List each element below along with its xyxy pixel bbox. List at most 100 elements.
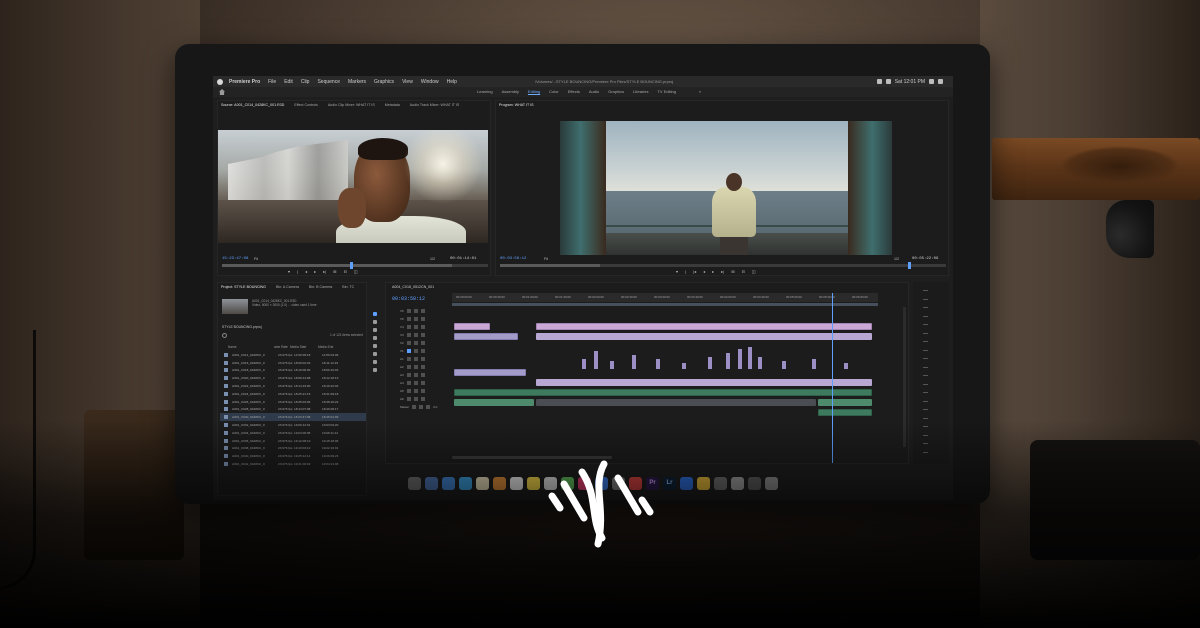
- toggle-output-icon[interactable]: [406, 397, 411, 401]
- clip-v2-g[interactable]: [708, 357, 712, 369]
- clip-v2-e[interactable]: [656, 359, 660, 369]
- lock-icon[interactable]: [413, 333, 418, 337]
- track-header[interactable]: V4: [388, 323, 450, 331]
- toggle-output-icon[interactable]: [406, 365, 411, 369]
- home-icon[interactable]: [219, 89, 225, 95]
- mark-out-icon[interactable]: |: [297, 269, 298, 274]
- lock-icon[interactable]: [413, 373, 418, 377]
- toggle-output-icon[interactable]: [406, 317, 411, 321]
- mute-icon[interactable]: [420, 309, 425, 313]
- clip-a2-1[interactable]: [454, 399, 534, 406]
- track-header[interactable]: A1: [388, 355, 450, 363]
- lock-icon[interactable]: [413, 365, 418, 369]
- clip-v2-c[interactable]: [610, 361, 614, 369]
- clip-v4-2[interactable]: [536, 323, 872, 330]
- col-media-end[interactable]: Media End: [318, 345, 344, 349]
- clip-v2-l[interactable]: [782, 361, 786, 369]
- track-header[interactable]: V2: [388, 339, 450, 347]
- project-row[interactable]: A001_C018_0428KC_0 23.976 fps 18:19:06:00 1…: [220, 367, 366, 375]
- track-header[interactable]: A3: [388, 371, 450, 379]
- lock-icon[interactable]: [413, 381, 418, 385]
- step-back-icon[interactable]: ◂: [703, 269, 705, 274]
- track-header[interactable]: A5: [388, 387, 450, 395]
- source-fit-dropdown[interactable]: Fit: [254, 257, 258, 261]
- tab-effect-controls[interactable]: Effect Controls: [294, 103, 318, 107]
- play-icon[interactable]: ▸: [712, 269, 714, 274]
- menu-clip[interactable]: Clip: [301, 79, 310, 85]
- source-resolution-dropdown[interactable]: 1/2: [430, 257, 435, 261]
- export-frame-icon[interactable]: ◫: [752, 269, 756, 274]
- track-header[interactable]: V3: [388, 331, 450, 339]
- tab-audio-track-mixer[interactable]: Audio Track Mixer: WHAT IT IS: [410, 103, 460, 107]
- workspace-assembly[interactable]: Assembly: [502, 89, 519, 94]
- timeline-timecode[interactable]: 00:03:58:12: [392, 296, 425, 302]
- play-icon[interactable]: ▸: [314, 269, 316, 274]
- type-tool-icon[interactable]: [373, 368, 377, 372]
- tab-program[interactable]: Program: WHAT IT IS: [499, 103, 534, 107]
- battery-icon[interactable]: [885, 79, 891, 84]
- clip-v2-b[interactable]: [594, 351, 598, 369]
- toggle-output-icon[interactable]: [406, 389, 411, 393]
- ripple-edit-tool-icon[interactable]: [373, 328, 377, 332]
- export-frame-icon[interactable]: ◫: [354, 269, 358, 274]
- program-fit-dropdown[interactable]: Fit: [544, 257, 548, 261]
- mute-icon[interactable]: [420, 341, 425, 345]
- lock-icon[interactable]: [413, 389, 418, 393]
- menu-file[interactable]: File: [268, 79, 276, 85]
- workspace-tv-editing[interactable]: TV Editing: [657, 89, 675, 94]
- clip-thumbnail[interactable]: [222, 299, 248, 314]
- toggle-output-icon[interactable]: [412, 405, 417, 409]
- work-area-bar[interactable]: [452, 303, 878, 306]
- slip-tool-icon[interactable]: [373, 344, 377, 348]
- mute-icon[interactable]: [420, 389, 425, 393]
- timeline-sequence-tab[interactable]: A004_C018_0512CN_001: [392, 285, 434, 289]
- toggle-output-icon[interactable]: [406, 341, 411, 345]
- clip-v2-h[interactable]: [726, 353, 730, 369]
- menu-window[interactable]: Window: [421, 79, 439, 85]
- program-timecode[interactable]: 00:03:58:12: [500, 257, 526, 261]
- workspace-effects[interactable]: Effects: [568, 89, 580, 94]
- workspace-editing[interactable]: Editing: [528, 89, 540, 94]
- track-header[interactable]: V6: [388, 307, 450, 315]
- mute-icon[interactable]: [420, 381, 425, 385]
- master-volume-value[interactable]: 0.0: [433, 405, 437, 409]
- toggle-output-icon[interactable]: [406, 373, 411, 377]
- toggle-output-icon[interactable]: [406, 333, 411, 337]
- workspace-more-button[interactable]: »: [699, 89, 701, 94]
- workspace-libraries[interactable]: Libraries: [633, 89, 648, 94]
- apple-icon[interactable]: [217, 78, 223, 85]
- toggle-output-icon[interactable]: [406, 357, 411, 361]
- mute-icon[interactable]: [420, 317, 425, 321]
- tab-bin-b-camera[interactable]: Bin: B Camera: [309, 285, 332, 289]
- tab-metadata[interactable]: Metadata: [385, 103, 400, 107]
- clip-a2-2[interactable]: [536, 399, 816, 406]
- track-header[interactable]: A2: [388, 363, 450, 371]
- mute-icon[interactable]: [420, 357, 425, 361]
- col-media-start[interactable]: Media Start: [290, 345, 318, 349]
- workspace-learning[interactable]: Learning: [477, 89, 493, 94]
- track-header[interactable]: Master 0.0: [388, 403, 450, 411]
- clip-a1[interactable]: [454, 389, 872, 396]
- overwrite-icon[interactable]: ⊟: [344, 269, 347, 274]
- clip-v2-f[interactable]: [682, 363, 686, 369]
- clip-v1-1[interactable]: [454, 369, 526, 376]
- mute-icon[interactable]: [420, 365, 425, 369]
- mute-icon[interactable]: [420, 349, 425, 353]
- toggle-output-icon[interactable]: [406, 381, 411, 385]
- clip-v2-j[interactable]: [748, 347, 752, 369]
- mark-out-icon[interactable]: |: [685, 269, 686, 274]
- menu-markers[interactable]: Markers: [348, 79, 366, 85]
- mute-icon[interactable]: [420, 373, 425, 377]
- workspace-graphics[interactable]: Graphics: [608, 89, 624, 94]
- lock-icon[interactable]: [413, 317, 418, 321]
- track-header[interactable]: V1: [388, 347, 450, 355]
- toggle-output-icon[interactable]: [406, 325, 411, 329]
- source-scrubber[interactable]: [222, 262, 488, 269]
- mark-in-icon[interactable]: ▾: [288, 269, 290, 274]
- tab-bin-a-camera[interactable]: Bin: A Camera: [276, 285, 299, 289]
- mute-icon[interactable]: [426, 405, 431, 409]
- clip-v2-k[interactable]: [758, 357, 762, 369]
- insert-icon[interactable]: ⊞: [333, 269, 336, 274]
- lock-icon[interactable]: [413, 309, 418, 313]
- workspace-audio[interactable]: Audio: [589, 89, 599, 94]
